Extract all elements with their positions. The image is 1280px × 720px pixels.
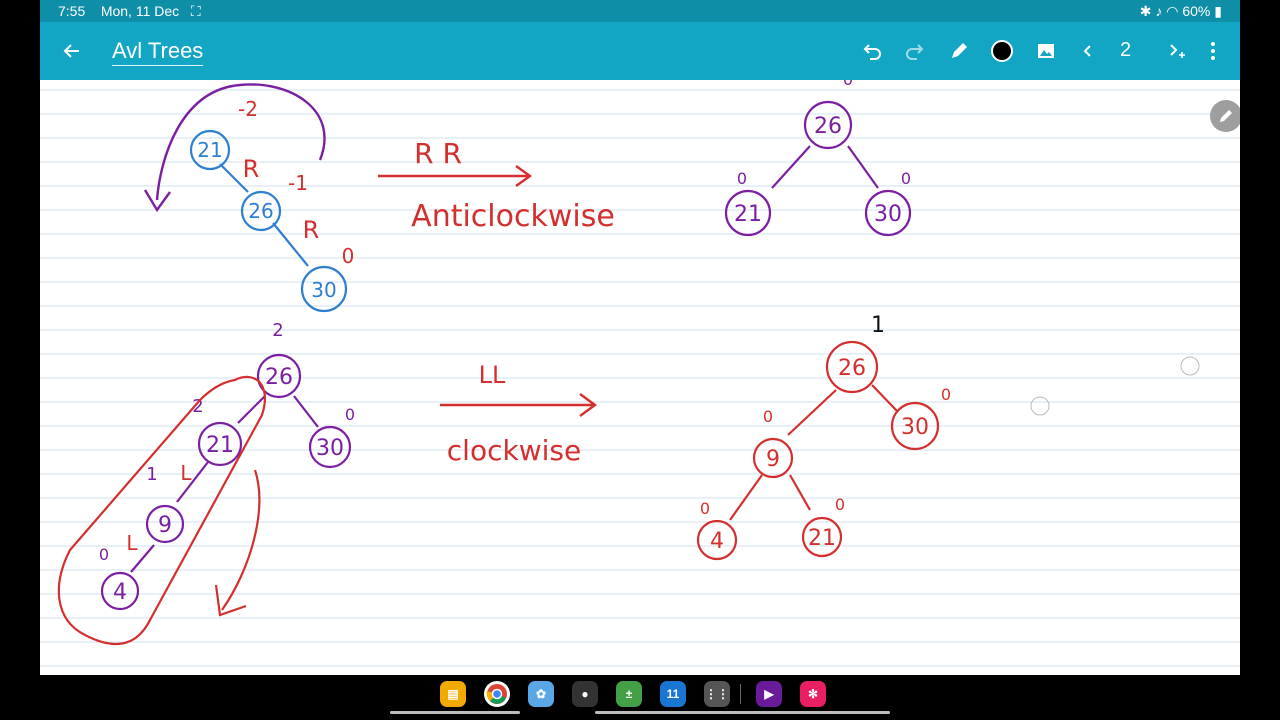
redo-icon[interactable]: [899, 35, 931, 67]
note-title[interactable]: Avl Trees: [112, 38, 204, 66]
calculator-app-icon[interactable]: ±: [616, 681, 642, 707]
rr-after-balance-21: 0: [737, 169, 747, 188]
rr-after-balance-26: 0: [843, 80, 853, 89]
image-icon[interactable]: [1030, 35, 1062, 67]
app-drawer-icon[interactable]: ⋮⋮: [704, 681, 730, 707]
edge: [789, 474, 811, 511]
bluetooth-icon: ✱: [1139, 3, 1152, 19]
edge: [729, 474, 763, 521]
handwritten-notes: 21 26 30 -2 -1 0 R R R R Anticlockwise 2…: [57, 80, 1200, 646]
screenshot-icon: ⛶: [190, 3, 201, 19]
rr-label: R R: [414, 137, 462, 170]
ll-after-node-21: 21: [808, 526, 836, 551]
status-right: ✱ ♪ ◠ 60% ▮: [1140, 3, 1222, 20]
ll-before-node-30: 30: [316, 436, 344, 461]
battery-level: 60%: [1182, 3, 1211, 19]
edge: [871, 384, 899, 413]
ll-before-node-4: 4: [113, 580, 127, 605]
ll-after-node-30: 30: [901, 415, 929, 440]
ll-before-balance-26: 2: [272, 320, 283, 341]
rr-edge-label-2: R: [303, 216, 320, 244]
ll-edge-label-1: L: [180, 461, 192, 485]
status-left: 7:55 Mon, 11 Dec ⛶: [58, 3, 201, 20]
nav-handle[interactable]: [390, 711, 520, 714]
ll-after-balance-26: 1: [871, 313, 885, 338]
page-number: 2: [1120, 39, 1132, 61]
ll-after-node-9: 9: [766, 447, 780, 472]
rotation-arrow: [221, 469, 261, 611]
app-bar: Avl Trees 2: [40, 22, 1240, 80]
rr-before-node-30: 30: [311, 278, 336, 302]
rr-before-balance-26: -1: [288, 171, 308, 195]
rotation-arrow-head: [214, 584, 247, 617]
back-icon[interactable]: [56, 35, 88, 67]
nav-handle[interactable]: [595, 711, 890, 714]
ll-arrow: [440, 393, 598, 417]
ll-before-balance-30: 0: [345, 405, 355, 424]
rr-before-balance-21: -2: [238, 97, 258, 121]
status-date: Mon, 11 Dec: [100, 3, 180, 19]
ll-before-node-26: 26: [265, 365, 293, 390]
tablet-screen: 7:55 Mon, 11 Dec ⛶ ✱ ♪ ◠ 60% ▮ Avl Trees: [40, 0, 1240, 720]
prev-page-icon[interactable]: [1072, 35, 1104, 67]
app-icon[interactable]: ●: [572, 681, 598, 707]
flower-app-icon[interactable]: ✻: [800, 681, 826, 707]
rr-after-balance-30: 0: [901, 169, 911, 188]
note-canvas[interactable]: 21 26 30 -2 -1 0 R R R R Anticlockwise 2…: [40, 80, 1240, 675]
wifi-icon: ◠: [1166, 3, 1179, 19]
rr-before-node-26: 26: [248, 199, 273, 223]
files-app-icon[interactable]: ▤: [440, 681, 466, 707]
marker-circle: [1030, 396, 1050, 416]
rr-direction: Anticlockwise: [411, 199, 615, 234]
mute-icon: ♪: [1155, 3, 1163, 19]
color-icon[interactable]: [986, 35, 1018, 67]
rr-after-node-30: 30: [874, 202, 902, 227]
undo-icon[interactable]: [856, 35, 888, 67]
edge: [771, 145, 811, 189]
rr-after-node-21: 21: [734, 202, 762, 227]
ll-before-balance-9: 1: [146, 464, 157, 485]
rr-before-node-21: 21: [197, 138, 222, 162]
ll-edge-label-2: L: [126, 531, 138, 555]
chrome-app-icon[interactable]: [484, 681, 510, 707]
video-app-icon[interactable]: ▶: [756, 681, 782, 707]
status-time: 7:55: [58, 3, 86, 19]
ll-before-balance-4: 0: [99, 545, 109, 564]
ll-label: LL: [479, 361, 506, 389]
pen-icon[interactable]: [943, 35, 975, 67]
taskbar-divider: [740, 684, 741, 704]
gallery-app-icon[interactable]: ✿: [528, 681, 554, 707]
rotation-highlight: [57, 375, 267, 646]
rr-before-balance-30: 0: [342, 244, 355, 268]
edge: [847, 145, 879, 189]
ll-before-node-21: 21: [206, 433, 234, 458]
more-icon[interactable]: [1197, 35, 1229, 67]
ll-after-balance-21: 0: [835, 495, 845, 514]
ll-after-balance-4: 0: [700, 499, 710, 518]
ll-after-node-4: 4: [710, 529, 724, 554]
battery-icon: ▮: [1214, 3, 1222, 19]
pen-floating-button[interactable]: [1210, 100, 1240, 132]
ll-direction: clockwise: [447, 434, 581, 467]
edge: [293, 395, 319, 428]
status-bar: 7:55 Mon, 11 Dec ⛶ ✱ ♪ ◠ 60% ▮: [40, 0, 1240, 22]
ll-after-node-26: 26: [838, 356, 866, 381]
ll-after-balance-30: 0: [941, 385, 951, 404]
taskbar: ▤ ✿ ● ± 11 ⋮⋮ ▶ ✻: [40, 675, 1240, 720]
rr-edge-label-1: R: [243, 155, 260, 183]
calendar-app-icon[interactable]: 11: [660, 681, 686, 707]
next-page-icon[interactable]: [1160, 35, 1192, 67]
ll-after-balance-9: 0: [763, 407, 773, 426]
edge: [787, 389, 837, 436]
marker-circle: [1180, 356, 1200, 376]
ll-before-node-9: 9: [158, 513, 172, 538]
rr-after-node-26: 26: [814, 114, 842, 139]
